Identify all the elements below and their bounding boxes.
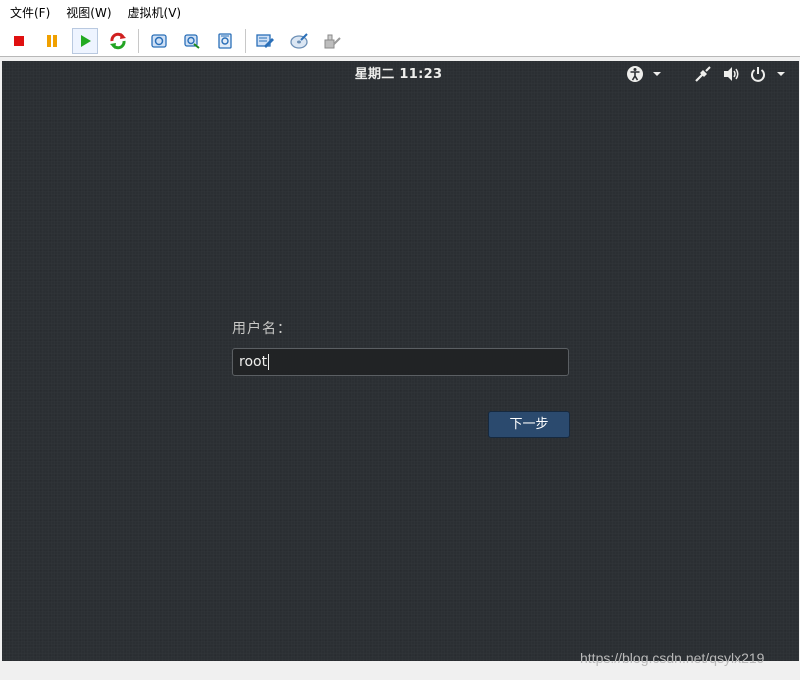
toolbar-separator xyxy=(138,29,139,53)
volume-indicator[interactable] xyxy=(723,66,741,82)
menu-file[interactable]: 文件(F) xyxy=(0,0,56,26)
text-cursor xyxy=(268,354,270,370)
refresh-button[interactable] xyxy=(105,28,131,54)
snapshot-restore-button[interactable] xyxy=(179,28,205,54)
username-label: 用户名： xyxy=(232,321,292,337)
cd-dvd-button[interactable] xyxy=(286,28,312,54)
power-icon xyxy=(751,67,765,82)
play-button[interactable] xyxy=(72,28,98,54)
snapshot-manager-icon xyxy=(218,33,232,49)
username-value: root xyxy=(239,354,268,370)
host-menubar: 文件(F) 视图(W) 虚拟机(V) xyxy=(0,0,800,26)
username-input[interactable]: root xyxy=(232,348,569,376)
login-form: 用户名： root 下一步 xyxy=(232,318,572,438)
snapshot-button[interactable] xyxy=(146,28,172,54)
accessibility-dropdown[interactable] xyxy=(652,66,662,82)
menu-vm[interactable]: 虚拟机(V) xyxy=(118,0,188,26)
vm-screen[interactable]: 星期二 11:23 用户名： root 下一步 xyxy=(2,61,799,661)
power-dropdown[interactable] xyxy=(776,66,786,82)
accessibility-menu[interactable] xyxy=(626,66,644,82)
snapshot-icon xyxy=(151,34,167,48)
menu-view[interactable]: 视图(W) xyxy=(56,0,117,26)
volume-icon xyxy=(724,67,739,81)
snapshot-manager-button[interactable] xyxy=(212,28,238,54)
refresh-icon xyxy=(110,32,126,50)
vm-settings-button[interactable] xyxy=(253,28,279,54)
usb-icon xyxy=(324,34,341,49)
next-button[interactable]: 下一步 xyxy=(488,411,570,438)
pause-button[interactable] xyxy=(39,28,65,54)
network-icon xyxy=(695,66,711,82)
play-icon xyxy=(81,35,91,47)
settings-icon xyxy=(256,34,274,48)
chevron-down-icon xyxy=(777,72,785,76)
accessibility-icon xyxy=(627,66,643,82)
pause-icon xyxy=(47,35,57,47)
host-toolbar xyxy=(0,26,800,57)
power-menu[interactable] xyxy=(750,66,766,82)
network-indicator[interactable] xyxy=(694,66,712,82)
cd-dvd-icon xyxy=(290,33,308,49)
clock[interactable]: 星期二 11:23 xyxy=(2,61,799,88)
chevron-down-icon xyxy=(653,72,661,76)
stop-icon xyxy=(14,36,24,46)
snapshot-restore-icon xyxy=(184,34,200,49)
watermark: https://blog.csdn.net/qsylx219 xyxy=(580,650,765,666)
stop-button[interactable] xyxy=(6,28,32,54)
gnome-top-bar: 星期二 11:23 xyxy=(2,61,799,88)
usb-button[interactable] xyxy=(319,28,345,54)
toolbar-separator xyxy=(245,29,246,53)
